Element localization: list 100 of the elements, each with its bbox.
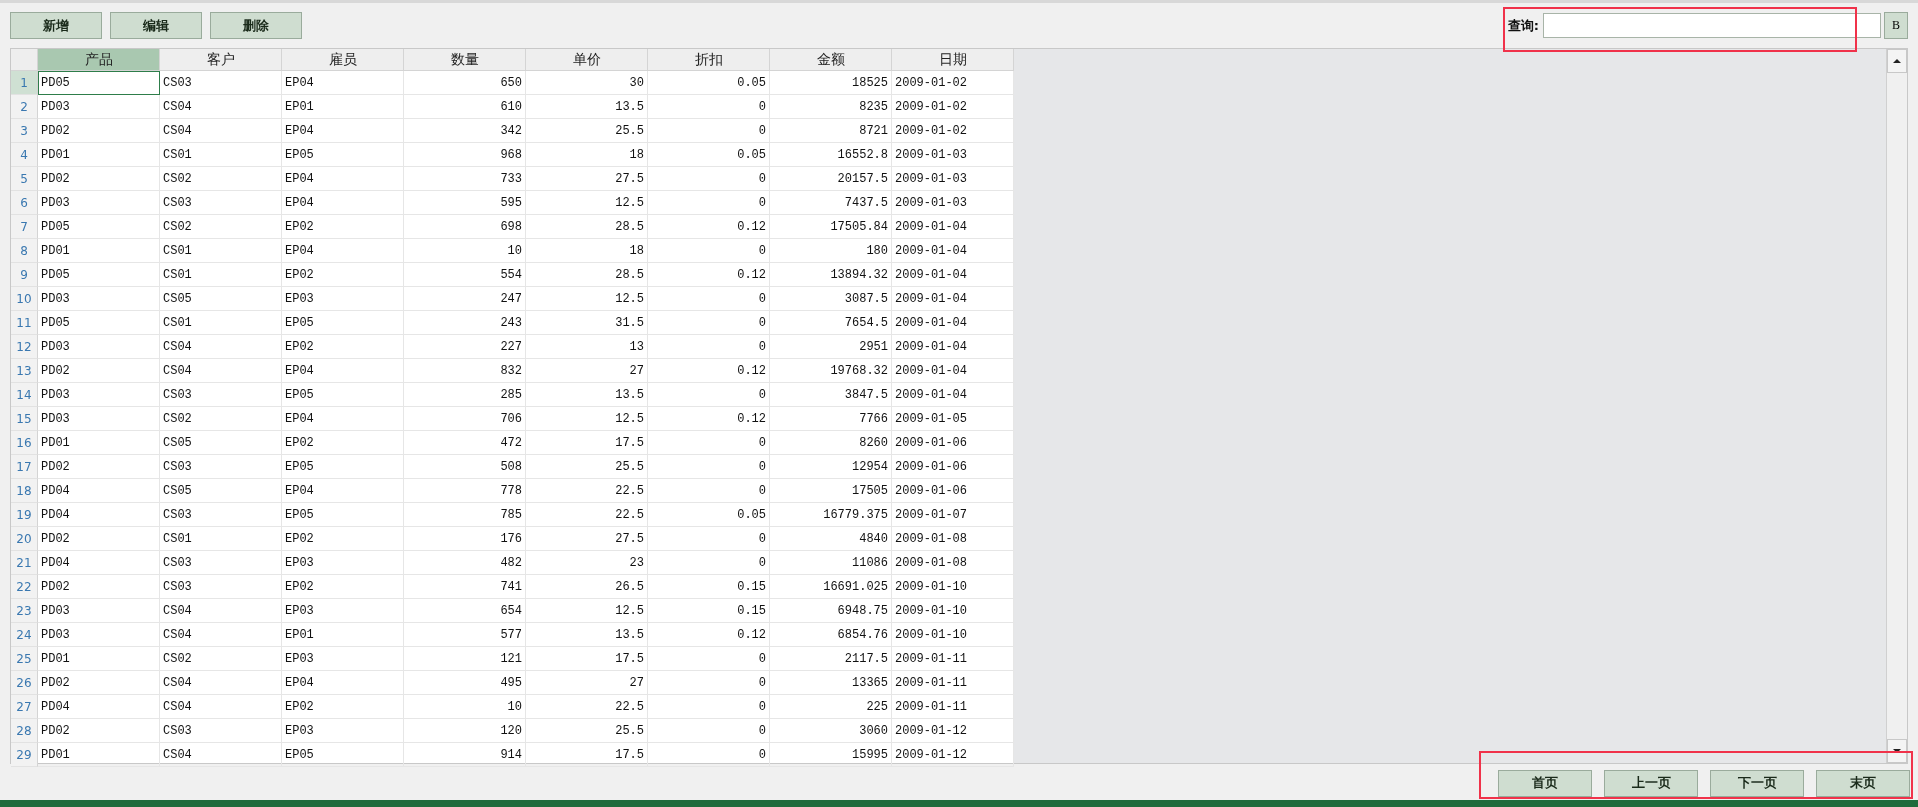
table-cell: CS03: [160, 71, 282, 95]
row-number[interactable]: 5: [11, 167, 38, 191]
pager-button[interactable]: 上一页: [1604, 769, 1698, 797]
row-number[interactable]: 26: [11, 671, 38, 695]
table-cell: 27.5: [526, 167, 648, 191]
row-number[interactable]: 15: [11, 407, 38, 431]
search-button[interactable]: B: [1884, 12, 1908, 39]
row-number[interactable]: 1: [11, 71, 38, 95]
table-cell: 13: [526, 335, 648, 359]
table-cell: 2009-01-12: [892, 719, 1014, 743]
table-cell: PD05: [38, 215, 160, 239]
column-header[interactable]: 产品: [38, 49, 160, 71]
table-cell: 17505: [770, 479, 892, 503]
row-number[interactable]: 27: [11, 695, 38, 719]
search-field[interactable]: [1543, 13, 1881, 38]
row-number[interactable]: 7: [11, 215, 38, 239]
pager-button[interactable]: 首页: [1498, 769, 1592, 797]
table-cell: EP02: [282, 527, 404, 551]
table-cell: CS03: [160, 551, 282, 575]
table-cell: 2009-01-12: [892, 743, 1014, 767]
column-header[interactable]: 客户: [160, 49, 282, 71]
table-cell: CS04: [160, 599, 282, 623]
table-cell: PD03: [38, 407, 160, 431]
table-cell: 0: [648, 671, 770, 695]
table-cell: 2009-01-04: [892, 359, 1014, 383]
table-cell: 0: [648, 95, 770, 119]
toolbar-button[interactable]: 新增: [10, 12, 102, 39]
table-cell: 12954: [770, 455, 892, 479]
row-number[interactable]: 11: [11, 311, 38, 335]
table-cell: PD03: [38, 623, 160, 647]
table-cell: 17.5: [526, 431, 648, 455]
pager-button[interactable]: 下一页: [1710, 769, 1804, 797]
row-number[interactable]: 22: [11, 575, 38, 599]
table-cell: 3087.5: [770, 287, 892, 311]
column-header[interactable]: 数量: [404, 49, 526, 71]
row-number[interactable]: 19: [11, 503, 38, 527]
table-cell: PD02: [38, 671, 160, 695]
table-cell: CS01: [160, 263, 282, 287]
pager-button[interactable]: 末页: [1816, 769, 1910, 797]
table-cell: 785: [404, 503, 526, 527]
table-cell: CS01: [160, 311, 282, 335]
row-number[interactable]: 17: [11, 455, 38, 479]
table-cell: 2009-01-11: [892, 647, 1014, 671]
table-cell: CS03: [160, 503, 282, 527]
table-cell: 0: [648, 311, 770, 335]
row-number[interactable]: 16: [11, 431, 38, 455]
table-cell: 120: [404, 719, 526, 743]
row-number[interactable]: 18: [11, 479, 38, 503]
row-number[interactable]: 24: [11, 623, 38, 647]
row-number[interactable]: 4: [11, 143, 38, 167]
table-cell: EP04: [282, 71, 404, 95]
table-cell: CS04: [160, 623, 282, 647]
table-cell: PD03: [38, 335, 160, 359]
table-cell: 2009-01-06: [892, 455, 1014, 479]
column-header[interactable]: 日期: [892, 49, 1014, 71]
row-number[interactable]: 29: [11, 743, 38, 767]
table-cell: EP03: [282, 719, 404, 743]
table-cell: 18525: [770, 71, 892, 95]
table-cell: EP05: [282, 311, 404, 335]
column-header[interactable]: 雇员: [282, 49, 404, 71]
column-header[interactable]: 单价: [526, 49, 648, 71]
row-number[interactable]: 8: [11, 239, 38, 263]
table-cell: 0.05: [648, 503, 770, 527]
table-cell: CS05: [160, 431, 282, 455]
row-number[interactable]: 2: [11, 95, 38, 119]
row-number[interactable]: 23: [11, 599, 38, 623]
row-number[interactable]: 28: [11, 719, 38, 743]
column-header[interactable]: 金额: [770, 49, 892, 71]
row-number[interactable]: 20: [11, 527, 38, 551]
table-cell: 13894.32: [770, 263, 892, 287]
table-cell: 2009-01-03: [892, 143, 1014, 167]
table-cell: 0: [648, 335, 770, 359]
table-cell: 18: [526, 143, 648, 167]
table-cell: PD05: [38, 311, 160, 335]
table-cell: EP05: [282, 143, 404, 167]
table-cell: 495: [404, 671, 526, 695]
table-cell: 554: [404, 263, 526, 287]
table-cell: 2009-01-04: [892, 239, 1014, 263]
table-cell: 0: [648, 287, 770, 311]
table-cell: 0: [648, 695, 770, 719]
row-number[interactable]: 12: [11, 335, 38, 359]
table-cell: EP03: [282, 551, 404, 575]
toolbar-button[interactable]: 删除: [210, 12, 302, 39]
vertical-scrollbar[interactable]: [1886, 49, 1907, 763]
row-number[interactable]: 21: [11, 551, 38, 575]
row-number[interactable]: 25: [11, 647, 38, 671]
table-cell: 17.5: [526, 743, 648, 767]
table-cell: 7766: [770, 407, 892, 431]
row-number[interactable]: 6: [11, 191, 38, 215]
column-header[interactable]: 折扣: [648, 49, 770, 71]
row-number[interactable]: 14: [11, 383, 38, 407]
row-number[interactable]: 3: [11, 119, 38, 143]
toolbar-button[interactable]: 编辑: [110, 12, 202, 39]
row-number[interactable]: 13: [11, 359, 38, 383]
table-cell: 2009-01-06: [892, 479, 1014, 503]
row-number[interactable]: 9: [11, 263, 38, 287]
row-number[interactable]: 10: [11, 287, 38, 311]
table-cell: 17.5: [526, 647, 648, 671]
table-cell: 12.5: [526, 407, 648, 431]
table-cell: 2009-01-11: [892, 671, 1014, 695]
